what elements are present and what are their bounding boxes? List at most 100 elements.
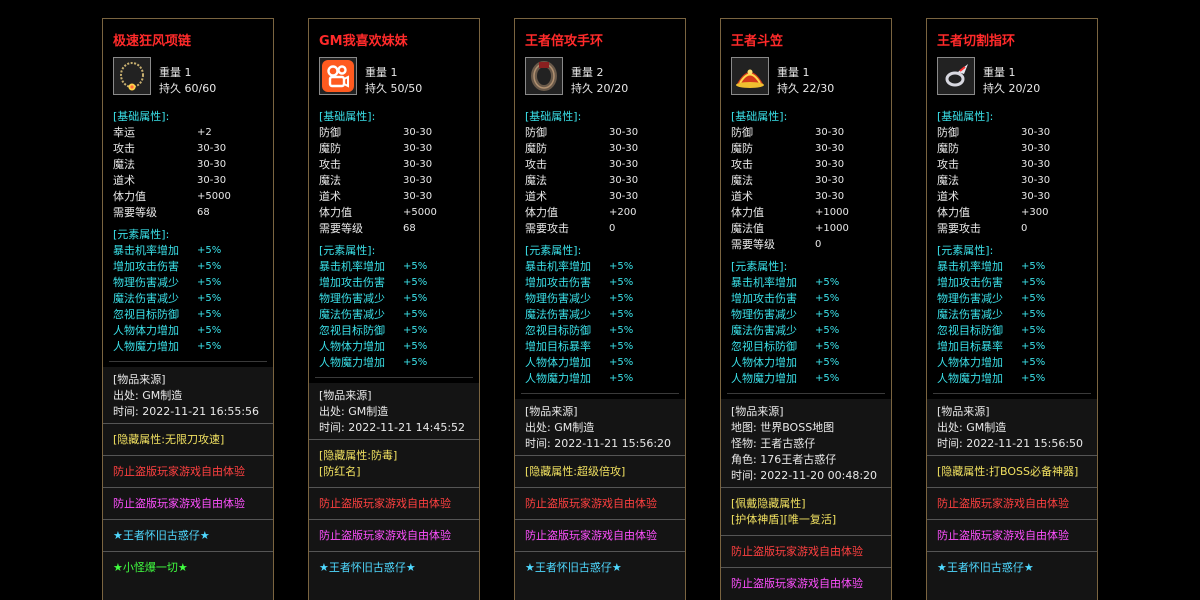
source-header: [物品来源] [731,405,784,418]
item-icon-slot [319,57,357,95]
base-attribute-value: 30-30 [403,127,433,138]
element-attribute: 忽视目标防御 [113,308,179,321]
extra-line: [隐藏属性:打BOSS必备神器] [937,465,1079,478]
element-attribute-value: +5% [609,261,634,272]
base-attribute-value: +1000 [815,207,849,218]
extra-line: [护体神盾][唯一复活] [731,513,837,526]
element-attribute: 物理伤害减少 [113,276,179,289]
source-line: 出处: GM制造 [937,421,1007,434]
divider [515,487,685,488]
base-attribute-value: 30-30 [403,175,433,186]
extra-line: 防止盗版玩家游戏自由体验 [731,545,863,558]
element-attribute-value: +5% [609,341,634,352]
divider [727,393,885,394]
element-attribute-value: +5% [1021,293,1046,304]
base-attribute: 攻击 [937,158,959,171]
extra-line: 防止盗版玩家游戏自由体验 [937,497,1069,510]
element-attribute: 增加攻击伤害 [319,276,385,289]
extra-line: 防止盗版玩家游戏自由体验 [113,497,245,510]
base-attribute-value: +1000 [815,223,849,234]
durability-row: 持久 50/50 [365,82,423,95]
item-name: GM我喜欢妹妹 [319,34,408,49]
element-attribute: 暴击机率增加 [113,244,179,257]
item-extra-info: [物品来源] 地图: 世界BOSS地图 怪物: 王者古惑仔 角色: 176王者古惑仔时… [721,399,891,600]
base-attribute: 道术 [113,174,135,187]
item-tooltip-card: 王者斗笠 重量 1 持久 22/30 [基础属性]: 防御 30-30 魔防 30-30 攻击 3… [720,18,892,600]
element-attribute: 增加目标暴率 [525,340,591,353]
element-attribute-value: +5% [1021,341,1046,352]
base-attribute-value: 30-30 [815,191,845,202]
element-attribute: 忽视目标防御 [731,340,797,353]
base-attribute-value: 30-30 [197,159,227,170]
source-line: 时间: 2022-11-21 14:45:52 [319,421,466,434]
divider [103,519,273,520]
base-attribute-value: 0 [1021,223,1028,234]
base-attribute-value: 30-30 [403,191,433,202]
element-attribute-value: +5% [815,277,840,288]
helmet-icon [732,58,768,94]
divider [309,519,479,520]
base-attribute: 攻击 [319,158,341,171]
extra-line: 防止盗版玩家游戏自由体验 [731,577,863,590]
element-attribute-value: +5% [609,373,634,384]
item-extra-info: [物品来源] 出处: GM制造 时间: 2022-11-21 15:56:50 [隐藏… [927,399,1097,600]
element-attribute-value: +5% [403,357,428,368]
durability-row: 持久 20/20 [983,82,1041,95]
divider [515,519,685,520]
base-attribute-value: 30-30 [815,159,845,170]
weight-row: 重量 1 [983,66,1016,79]
item-tooltip-card: 王者切割指环 重量 1 持久 20/20 [基础属性]: 防御 30-30 魔防 30-30 攻… [926,18,1098,600]
element-attribute: 物理伤害减少 [525,292,591,305]
item-icon-slot [731,57,769,95]
element-attribute-value: +5% [609,325,634,336]
base-attribute: 体力值 [937,206,970,219]
base-attribute: 道术 [937,190,959,203]
element-attribute-value: +5% [815,325,840,336]
base-attribute-value: 30-30 [609,159,639,170]
item-extra-info: [物品来源] 出处: GM制造 时间: 2022-11-21 16:55:56 [隐藏… [103,367,273,600]
base-attribute-value: 68 [197,207,210,218]
base-attributes-header: [基础属性]: [731,110,788,123]
extra-line: 防止盗版玩家游戏自由体验 [937,529,1069,542]
divider [927,551,1097,552]
base-attribute-value: 0 [815,239,822,250]
item-icon-slot [525,57,563,95]
bracelet-icon [526,58,562,94]
source-line: 怪物: 王者古惑仔 [731,437,816,450]
base-attribute-value: 30-30 [609,175,639,186]
element-attribute: 魔法伤害减少 [113,292,179,305]
divider [721,487,891,488]
extra-line: [佩戴隐藏属性] [731,497,806,510]
element-attribute-value: +5% [197,325,222,336]
base-attribute: 体力值 [319,206,352,219]
base-attributes-header: [基础属性]: [113,110,170,123]
base-attribute-value: 30-30 [1021,175,1051,186]
base-attribute-value: 30-30 [197,175,227,186]
element-attribute-value: +5% [403,277,428,288]
base-attribute: 魔防 [731,142,753,155]
divider [315,377,473,378]
element-attribute: 暴击机率增加 [731,276,797,289]
item-icon-slot [937,57,975,95]
element-attribute: 增加目标暴率 [937,340,1003,353]
base-attribute: 体力值 [113,190,146,203]
necklace-icon [114,58,150,94]
source-line: 出处: GM制造 [113,389,183,402]
element-attribute-value: +5% [197,293,222,304]
element-attribute: 增加攻击伤害 [937,276,1003,289]
extra-line: [隐藏属性:无限刀攻速] [113,433,225,446]
source-line: 时间: 2022-11-21 16:55:56 [113,405,260,418]
divider [515,455,685,456]
extra-line: 防止盗版玩家游戏自由体验 [319,529,451,542]
divider [103,551,273,552]
element-attribute: 魔法伤害减少 [731,324,797,337]
element-attribute: 魔法伤害减少 [319,308,385,321]
base-attribute: 体力值 [731,206,764,219]
element-attribute-value: +5% [403,325,428,336]
element-attribute-value: +5% [197,309,222,320]
base-attribute-value: 30-30 [1021,159,1051,170]
element-attribute: 增加攻击伤害 [113,260,179,273]
item-tooltip-card: 王者倍攻手环 重量 2 持久 20/20 [基础属性]: 防御 30-30 魔防 30-30 攻… [514,18,686,600]
element-attribute: 人物魔力增加 [937,372,1003,385]
base-attribute: 需要等级 [113,206,157,219]
